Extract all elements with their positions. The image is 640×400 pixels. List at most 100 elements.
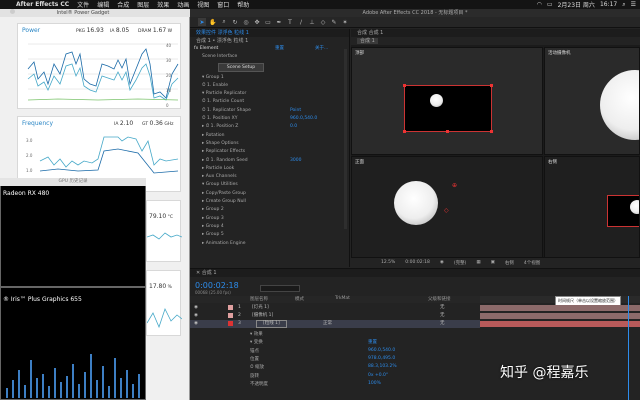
playhead[interactable] (628, 296, 629, 400)
layer-property-row[interactable]: 不透明度 100% (250, 381, 381, 387)
effect-property-row[interactable]: ▾ Group 1 (202, 74, 349, 82)
effect-property-row[interactable]: ▸ Replicator Effects (202, 148, 349, 156)
effect-property-row[interactable]: ▾ Group Utilities (202, 181, 349, 189)
region-icon[interactable]: ▦ (476, 260, 480, 265)
scene-setup-button[interactable]: Scene Setup (218, 62, 264, 72)
effect-property-value[interactable]: 3000 (290, 157, 301, 165)
layer-property-value[interactable]: 100% (368, 381, 381, 386)
effect-property-row[interactable]: ▸ Rotation (202, 132, 349, 140)
view-front[interactable]: 正面 ⊕ ◇ (351, 156, 543, 264)
selection-tool-icon[interactable]: ➤ (198, 18, 206, 26)
grid-icon[interactable]: ▣ (491, 260, 495, 265)
list-icon[interactable]: ☰ (631, 1, 636, 8)
reset-link[interactable]: 重置 (275, 45, 284, 53)
effect-property-row[interactable]: ▸ Particle Look (202, 165, 349, 173)
hand-tool-icon[interactable]: ✋ (209, 18, 217, 26)
eye-icon[interactable]: ◉ (194, 320, 198, 328)
layer-property-value[interactable]: 重置 (368, 339, 377, 345)
menu-window[interactable]: 窗口 (217, 0, 229, 9)
frame-handle[interactable] (446, 130, 449, 133)
view-layout-select[interactable]: 4个视图 (524, 260, 540, 266)
layer-property-row[interactable]: ▾ 变换 重置 (250, 339, 377, 345)
comp-sub-tab[interactable]: 合成 1 (351, 37, 640, 45)
frame-handle[interactable] (490, 130, 493, 133)
layer-property-row[interactable]: ▾ 效果 (250, 331, 263, 337)
puppet-tool-icon[interactable]: ✶ (341, 18, 349, 26)
effect-property-row[interactable]: ⏱ 1. Particle Count (202, 98, 349, 106)
rectangle-tool-icon[interactable]: ▭ (264, 18, 272, 26)
label-color-swatch[interactable] (228, 313, 233, 318)
rotate-tool-icon[interactable]: ↻ (231, 18, 239, 26)
camera-icon[interactable]: ◉ (440, 260, 444, 265)
effect-property-row[interactable]: ▸ Group 3 (202, 215, 349, 223)
menu-app-name[interactable]: After Effects CC (16, 1, 69, 8)
effect-header[interactable]: fx Element 重置 关于... (190, 45, 349, 53)
layer-property-row[interactable]: 位置 978.0,495.0 (250, 356, 395, 362)
layer-duration-bar[interactable] (480, 321, 640, 327)
stamp-tool-icon[interactable]: ⊥ (308, 18, 316, 26)
effect-property-row[interactable]: ▸ Shape Options (202, 140, 349, 148)
effect-controls-tab[interactable]: 效果控件 漂浮色 粒线 1 (190, 29, 349, 37)
view-top[interactable]: 顶部 (351, 47, 543, 155)
col-source-name[interactable]: 图层名称 (250, 296, 268, 302)
frame-handle[interactable] (403, 130, 406, 133)
menu-effect[interactable]: 效果 (157, 0, 169, 9)
effect-property-row[interactable]: ▸ ⏱ 1. Position Z 0.0 (202, 123, 349, 131)
menu-help[interactable]: 帮助 (237, 0, 249, 9)
effect-property-row[interactable]: ⏱ 1. Enable (202, 82, 349, 90)
close-icon[interactable]: ✕ (196, 270, 200, 276)
frame-handle[interactable] (490, 84, 493, 87)
eraser-tool-icon[interactable]: ◇ (319, 18, 327, 26)
layer-property-value[interactable]: 88.3,103.2% (368, 364, 397, 369)
text-tool-icon[interactable]: T (286, 18, 294, 26)
col-mode[interactable]: 模式 (295, 296, 304, 302)
frame-handle[interactable] (403, 84, 406, 87)
layer-name[interactable]: [粒线 1] (256, 320, 287, 328)
effect-property-value[interactable]: Point (290, 107, 301, 115)
layer-name[interactable]: [灯光 1] (252, 304, 269, 312)
menu-view[interactable]: 视图 (197, 0, 209, 9)
effect-property-row[interactable]: ▸ Create Group Null (202, 198, 349, 206)
layer-duration-bar[interactable] (480, 305, 640, 311)
layer-name[interactable]: [摄像机 1] (252, 312, 273, 320)
battery-icon[interactable]: ▭ (547, 1, 553, 8)
layer-parent[interactable]: 无 (440, 320, 445, 328)
effect-property-row[interactable]: ▸ Group 2 (202, 206, 349, 214)
timeline-layer-row[interactable]: ◉ 1 [灯光 1] 无 (190, 304, 480, 312)
current-time-display[interactable]: 0:00:02:18 (195, 281, 239, 290)
timeline-search-input[interactable] (260, 285, 300, 292)
layer-parent[interactable]: 无 (440, 312, 445, 320)
layer-parent[interactable]: 无 (440, 304, 445, 312)
effect-property-row[interactable]: ⏱ 1. Position XY 960.0,540.0 (202, 115, 349, 123)
comp-viewer-tab[interactable]: 合成 合成 1 (351, 29, 640, 37)
menu-composition[interactable]: 合成 (117, 0, 129, 9)
pan-behind-tool-icon[interactable]: ✥ (253, 18, 261, 26)
fx-icon[interactable]: fx (194, 46, 198, 51)
effect-property-row[interactable]: ▸ Animation Engine (202, 240, 349, 248)
view-right[interactable]: 右侧 (544, 156, 640, 264)
layer-property-value[interactable]: 960.0,540.0 (368, 348, 395, 353)
effects-scrollbar[interactable] (344, 49, 347, 229)
layer-property-row[interactable]: 旋转 0x +0.0° (250, 373, 388, 379)
menu-edit[interactable]: 编辑 (97, 0, 109, 9)
camera-view-select[interactable]: 右侧 (505, 260, 514, 266)
label-color-swatch[interactable] (228, 305, 233, 310)
layer-duration-bar[interactable] (480, 313, 640, 319)
eye-icon[interactable]: ◉ (194, 312, 198, 320)
eye-icon[interactable]: ◉ (194, 304, 198, 312)
view-active-camera[interactable]: 活动摄像机 (544, 47, 640, 155)
layer-property-value[interactable]: 0x +0.0° (368, 373, 388, 378)
target-icon[interactable]: ◇ (444, 207, 449, 214)
effect-property-value[interactable]: 960.0,540.0 (290, 115, 317, 123)
viewer-timecode[interactable]: 0:00:02:18 (405, 260, 430, 265)
effect-property-row[interactable]: ▸ Group 4 (202, 223, 349, 231)
label-color-swatch[interactable] (228, 321, 233, 326)
menu-layer[interactable]: 图层 (137, 0, 149, 9)
effect-property-row[interactable]: ▸ ⏱ 1. Random Seed 3000 (202, 157, 349, 165)
effect-property-row[interactable]: ⏱ 1. Replicator Shape Point (202, 107, 349, 115)
about-link[interactable]: 关于... (315, 45, 328, 53)
zoom-select[interactable]: 12.5% (381, 260, 395, 265)
layer-property-value[interactable]: 978.0,495.0 (368, 356, 395, 361)
search-icon[interactable]: ⌕ (622, 1, 625, 9)
effect-property-value[interactable]: 0.0 (290, 123, 297, 131)
